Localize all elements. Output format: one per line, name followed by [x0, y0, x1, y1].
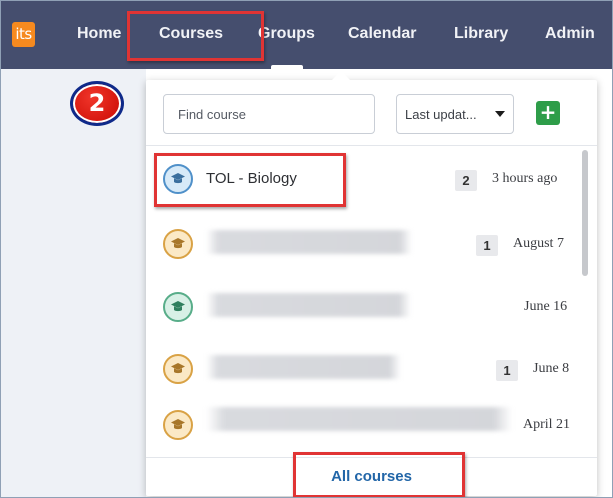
nav-home[interactable]: Home: [77, 24, 121, 44]
nav-library[interactable]: Library: [454, 24, 508, 44]
course-updated-time: 3 hours ago: [492, 171, 558, 186]
list-divider: [146, 145, 597, 146]
find-course-input[interactable]: [163, 94, 375, 134]
graduation-cap-icon: [163, 410, 193, 440]
course-name-redacted: [206, 230, 412, 254]
nav-courses[interactable]: Courses: [159, 24, 223, 44]
course-name-redacted: [206, 407, 512, 431]
nav-calendar[interactable]: Calendar: [348, 24, 416, 44]
graduation-cap-icon: [163, 229, 193, 259]
course-row[interactable]: June 16: [146, 277, 582, 337]
course-updated-time: June 8: [533, 361, 570, 376]
all-courses-link[interactable]: All courses: [146, 458, 597, 496]
sort-select[interactable]: Last updat...: [396, 94, 514, 134]
nav-groups[interactable]: Groups: [258, 24, 315, 44]
course-count-badge: 2: [455, 170, 477, 191]
step-number-badge: 2: [70, 81, 124, 126]
add-course-button[interactable]: +: [536, 101, 560, 125]
sort-selected-value: Last updat...: [405, 107, 477, 122]
caret-down-icon: [495, 111, 505, 117]
course-row[interactable]: TOL - Biology 2 3 hours ago: [146, 149, 582, 209]
course-name-redacted: [206, 355, 401, 379]
scrollbar-thumb[interactable]: [582, 150, 588, 276]
course-row[interactable]: 1 June 8: [146, 339, 582, 399]
top-navbar: its Home Courses Groups Calendar Library…: [1, 1, 612, 69]
course-updated-time: April 21: [523, 417, 571, 432]
graduation-cap-icon: [163, 164, 193, 194]
course-row[interactable]: April 21: [146, 393, 582, 453]
course-name: TOL - Biology: [206, 170, 297, 187]
its-logo[interactable]: its: [12, 22, 35, 47]
course-count-badge: 1: [496, 360, 518, 381]
course-row[interactable]: 1 August 7: [146, 214, 582, 274]
nav-admin[interactable]: Admin: [545, 24, 595, 44]
graduation-cap-icon: [163, 354, 193, 384]
course-name-redacted: [206, 293, 411, 317]
app-window: its Home Courses Groups Calendar Library…: [0, 0, 613, 498]
active-nav-indicator: [271, 65, 303, 69]
courses-dropdown: Last updat... + TOL - Biology 2 3 hours …: [146, 71, 597, 496]
course-updated-time: August 7: [513, 236, 564, 251]
graduation-cap-icon: [163, 292, 193, 322]
dropdown-caret: [332, 71, 350, 80]
left-background: [1, 69, 146, 497]
course-count-badge: 1: [476, 235, 498, 256]
course-updated-time: June 16: [524, 299, 568, 314]
